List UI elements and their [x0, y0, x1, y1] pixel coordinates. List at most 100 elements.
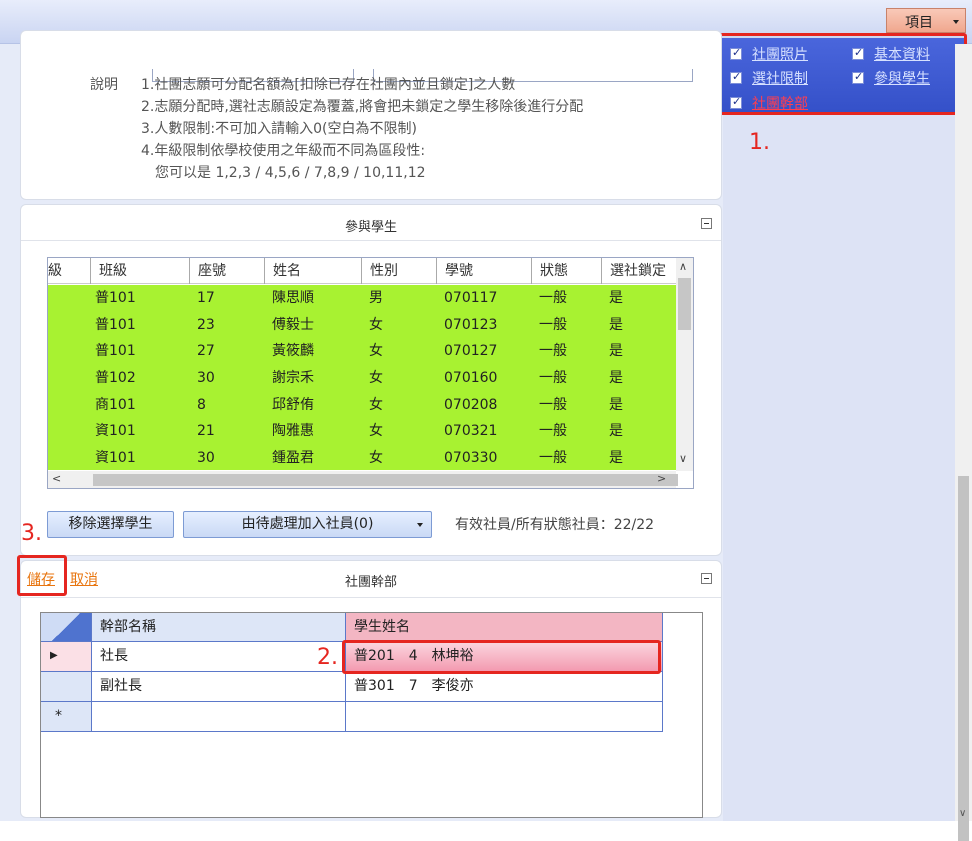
scrollbar-thumb[interactable] — [93, 474, 678, 486]
cell-role-new[interactable] — [92, 702, 346, 732]
description-line: 您可以是 1,2,3 / 4,5,6 / 7,8,9 / 10,11,12 — [155, 165, 426, 181]
cell-class: 普101 — [95, 317, 136, 333]
description-line: 4.年級限制依學校使用之年級而不同為區段性: — [141, 143, 426, 159]
cell-name: 陶雅惠 — [272, 423, 314, 439]
cell-name: 傅毅士 — [272, 317, 314, 333]
column-header-role[interactable]: 幹部名稱 — [92, 613, 346, 642]
row-header[interactable]: ▶ — [41, 642, 92, 672]
cell-class: 商101 — [95, 397, 136, 413]
cell-status: 一般 — [539, 317, 567, 333]
add-from-pending-label: 由待處理加入社員(0) — [241, 516, 374, 532]
cell-role[interactable]: 社長 — [92, 642, 346, 672]
cell-status: 一般 — [539, 290, 567, 306]
column-header-student[interactable]: 學生姓名 — [346, 613, 663, 642]
annotation-label-3: 3. — [21, 521, 42, 546]
collapse-icon[interactable] — [701, 573, 712, 584]
remove-student-button[interactable]: 移除選擇學生 — [47, 511, 174, 538]
cell-gender: 女 — [369, 397, 383, 413]
cell-seat: 30 — [197, 450, 215, 466]
collapse-icon[interactable] — [701, 218, 712, 229]
table-row[interactable]: 普101 27 黃筱麟 女 070127 一般 是 — [48, 338, 676, 365]
cell-gender: 女 — [369, 343, 383, 359]
select-all-corner[interactable] — [41, 613, 92, 642]
description-lines: 1.社團志願可分配名額為[扣除已存在社團內並且鎖定]之人數 2.志願分配時,選社… — [141, 74, 583, 184]
cell-student[interactable]: 普301 7 李俊亦 — [346, 672, 663, 702]
description-line: 3.人數限制:不可加入請輸入0(空白為不限制) — [141, 121, 417, 137]
cell-role[interactable]: 副社長 — [92, 672, 346, 702]
table-row[interactable]: 資101 30 鍾盈君 女 070330 一般 是 — [48, 445, 676, 470]
grid-body: 普101 17 陳思順 男 070117 一般 是 普101 23 傅毅士 女 … — [48, 285, 676, 470]
description-line: 1.社團志願可分配名額為[扣除已存在社團內並且鎖定]之人數 — [141, 77, 516, 93]
cell-status: 一般 — [539, 450, 567, 466]
scroll-left-icon[interactable]: < — [52, 472, 61, 485]
scroll-down-icon[interactable]: ∨ — [959, 808, 966, 819]
column-header[interactable]: 級 — [48, 258, 90, 284]
cell-student-id: 070160 — [444, 370, 498, 386]
cell-student-id: 070330 — [444, 450, 498, 466]
cell-class: 普102 — [95, 370, 136, 386]
cell-status: 一般 — [539, 423, 567, 439]
column-header[interactable]: 座號 — [189, 258, 264, 284]
cell-locked: 是 — [609, 423, 623, 439]
cell-class: 資101 — [95, 450, 136, 466]
grid-horizontal-scrollbar[interactable]: < > — [48, 471, 678, 488]
page-scrollbar[interactable]: ∨ — [955, 44, 972, 841]
add-from-pending-button[interactable]: 由待處理加入社員(0) — [183, 511, 432, 538]
column-header[interactable]: 學號 — [436, 258, 531, 284]
column-header[interactable]: 性別 — [361, 258, 436, 284]
cell-locked: 是 — [609, 370, 623, 386]
grid-header: 級 班級 座號 姓名 性別 學號 狀態 選社鎖定 — [48, 258, 676, 284]
annotation-label-1: 1. — [749, 130, 770, 155]
chevron-down-icon[interactable] — [417, 523, 423, 527]
scroll-down-icon[interactable]: ∨ — [679, 452, 687, 465]
annotation-box-2 — [342, 640, 661, 674]
cell-locked: 是 — [609, 450, 623, 466]
cell-gender: 女 — [369, 370, 383, 386]
new-row-header[interactable]: * — [41, 702, 92, 732]
cell-student-id: 070208 — [444, 397, 498, 413]
cell-gender: 男 — [369, 290, 383, 306]
cell-student-new[interactable] — [346, 702, 663, 732]
cell-name: 謝宗禾 — [272, 370, 314, 386]
table-row[interactable]: 商101 8 邱舒侑 女 070208 一般 是 — [48, 392, 676, 419]
column-header[interactable]: 班級 — [90, 258, 189, 284]
cell-locked: 是 — [609, 397, 623, 413]
cell-gender: 女 — [369, 423, 383, 439]
annotation-box-3 — [17, 555, 67, 596]
grid-vertical-scrollbar[interactable]: ∧ ∨ — [676, 258, 693, 471]
divider — [21, 597, 721, 598]
table-row[interactable]: 普101 23 傅毅士 女 070123 一般 是 — [48, 312, 676, 339]
cell-class: 資101 — [95, 423, 136, 439]
row-header[interactable] — [41, 672, 92, 702]
cell-student-id: 070321 — [444, 423, 498, 439]
column-header[interactable]: 選社鎖定 — [601, 258, 676, 284]
cell-name: 陳思順 — [272, 290, 314, 306]
scroll-up-icon[interactable]: ∧ — [679, 260, 687, 273]
cell-status: 一般 — [539, 370, 567, 386]
column-header[interactable]: 狀態 — [531, 258, 601, 284]
table-row[interactable]: 資101 21 陶雅惠 女 070321 一般 是 — [48, 418, 676, 445]
cell-seat: 30 — [197, 370, 215, 386]
scroll-right-icon[interactable]: > — [657, 472, 666, 485]
annotation-label-2: 2. — [317, 645, 338, 670]
cell-class: 普101 — [95, 343, 136, 359]
panel-title: 社團幹部 — [344, 575, 397, 590]
scrollbar-thumb[interactable] — [678, 278, 691, 330]
panel-title: 參與學生 — [344, 220, 397, 235]
cancel-link[interactable]: 取消 — [70, 569, 98, 589]
cell-seat: 27 — [197, 343, 215, 359]
cell-seat: 21 — [197, 423, 215, 439]
cell-status: 一般 — [539, 397, 567, 413]
cell-locked: 是 — [609, 317, 623, 333]
current-row-icon: ▶ — [50, 650, 58, 661]
cell-seat: 8 — [197, 397, 206, 413]
cell-gender: 女 — [369, 317, 383, 333]
annotation-box-1 — [713, 33, 967, 115]
table-row[interactable]: 普101 17 陳思順 男 070117 一般 是 — [48, 285, 676, 312]
table-row[interactable]: 普102 30 謝宗禾 女 070160 一般 是 — [48, 365, 676, 392]
items-menu-button[interactable]: 項目 — [886, 8, 966, 33]
scrollbar-thumb[interactable] — [958, 476, 969, 841]
right-panel — [723, 44, 955, 821]
column-header[interactable]: 姓名 — [264, 258, 361, 284]
cell-name: 黃筱麟 — [272, 343, 314, 359]
